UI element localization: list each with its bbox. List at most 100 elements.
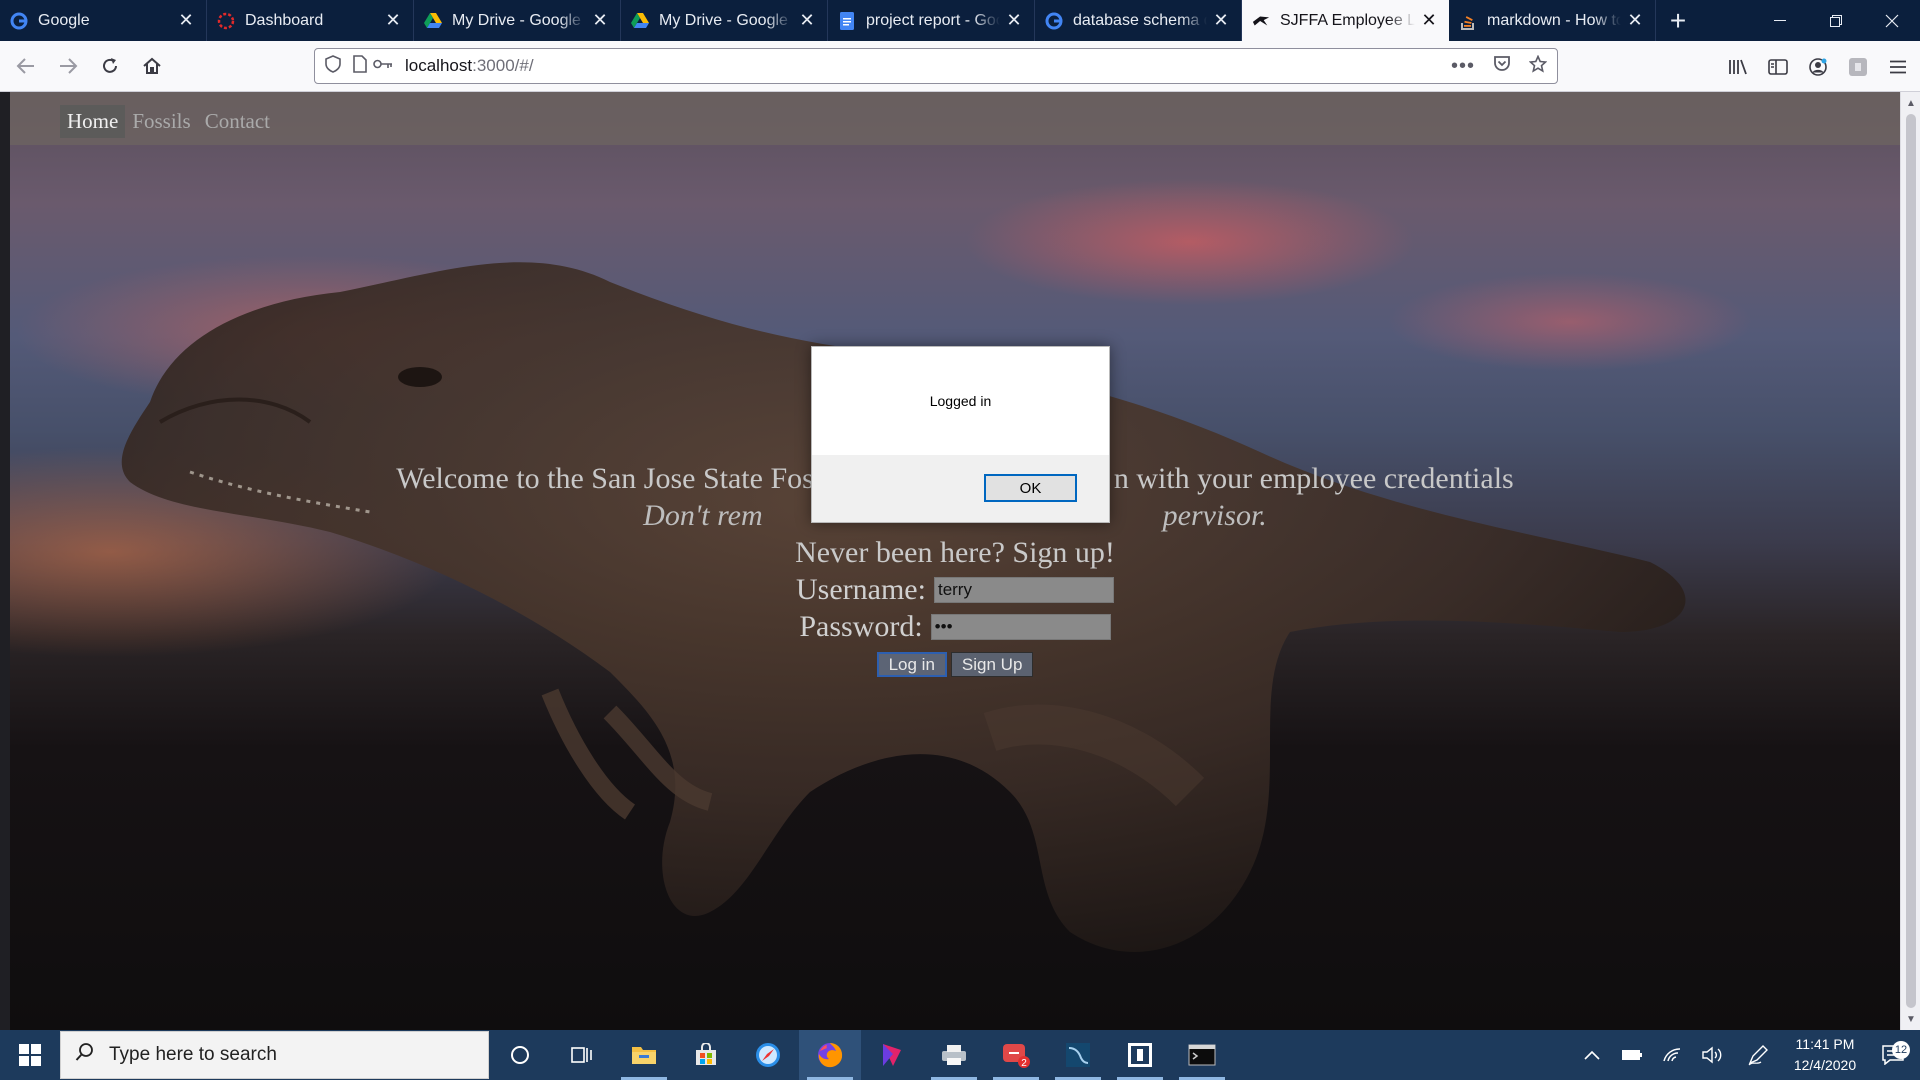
tab-my-drive-2[interactable]: My Drive - Google Drive ✕ [621, 0, 828, 41]
nav-contact-link[interactable]: Contact [198, 105, 277, 138]
tab-title: SJFFA Employee Login [1280, 11, 1415, 29]
google-drive-icon [631, 12, 649, 30]
printer-app-icon[interactable] [923, 1030, 985, 1080]
mysql-workbench-icon[interactable] [1047, 1030, 1109, 1080]
welcome-text-end: n with your employee credentials [1113, 462, 1514, 495]
navigation-toolbar: localhost:3000/#/ ••• [0, 41, 1920, 92]
tab-project-report[interactable]: project report - Google Docs ✕ [828, 0, 1035, 41]
password-input[interactable] [930, 613, 1111, 640]
alert-message: Logged in [929, 393, 992, 409]
site-navbar: Home Fossils Contact [10, 92, 1900, 145]
key-icon[interactable] [373, 57, 393, 75]
tab-markdown[interactable]: markdown - How to ✕ [1449, 0, 1656, 41]
address-bar-actions: ••• [1451, 49, 1548, 83]
site-nav-links: Home Fossils Contact [60, 105, 277, 138]
note-text-end: pervisor. [1162, 499, 1267, 532]
microsoft-store-icon[interactable] [675, 1030, 737, 1080]
battery-icon[interactable] [1612, 1049, 1652, 1061]
extension-icon[interactable] [1838, 57, 1878, 77]
media-app-icon[interactable] [861, 1030, 923, 1080]
google-icon [10, 12, 28, 30]
scroll-down-icon[interactable]: ▼ [1901, 1010, 1920, 1028]
app-badge-count: 2 [1021, 1058, 1027, 1069]
clock-date: 12/4/2020 [1793, 1057, 1857, 1073]
file-explorer-icon[interactable] [613, 1030, 675, 1080]
scroll-up-icon[interactable]: ▲ [1901, 94, 1920, 112]
scrollbar-thumb[interactable] [1906, 114, 1916, 1008]
tab-my-drive-1[interactable]: My Drive - Google Drive ✕ [414, 0, 621, 41]
username-row: Username: [10, 571, 1900, 608]
reload-icon[interactable] [90, 46, 130, 86]
more-actions-icon[interactable]: ••• [1451, 55, 1475, 78]
search-placeholder: Type here to search [109, 1044, 277, 1065]
page-scrollbar[interactable]: ▲ ▼ [1900, 92, 1920, 1030]
back-icon[interactable] [6, 46, 46, 86]
close-icon[interactable]: ✕ [1211, 10, 1231, 31]
signup-button[interactable]: Sign Up [950, 652, 1034, 677]
url-host: localhost [405, 56, 473, 75]
clock[interactable]: 11:41 PM 12/4/2020 [1784, 1034, 1866, 1076]
restore-icon[interactable] [1808, 0, 1864, 41]
wifi-icon[interactable] [1652, 1047, 1692, 1063]
firefox-icon[interactable] [799, 1030, 861, 1080]
tab-google[interactable]: Google ✕ [0, 0, 207, 41]
username-label: Username: [796, 572, 926, 606]
close-icon[interactable]: ✕ [176, 10, 196, 31]
minimize-icon[interactable] [1752, 0, 1808, 41]
tab-title: project report - Google Docs [866, 11, 1000, 29]
forward-icon[interactable] [48, 46, 88, 86]
app-bracket-icon[interactable] [1109, 1030, 1171, 1080]
tab-strip: Google ✕ Dashboard ✕ My Drive - Google D… [0, 0, 1920, 41]
notification-count-badge: 12 [1892, 1041, 1910, 1059]
tab-title: Dashboard [245, 11, 324, 29]
google-docs-icon [838, 11, 856, 30]
web-page: Home Fossils Contact Welcome to the San … [10, 92, 1900, 1030]
sidebar-icon[interactable] [1758, 58, 1798, 75]
address-bar[interactable]: localhost:3000/#/ ••• [314, 48, 1558, 84]
close-icon[interactable]: ✕ [590, 10, 610, 31]
tab-sjffa-login[interactable]: SJFFA Employee Login ✕ [1242, 0, 1449, 41]
tab-title: My Drive - Google Drive [659, 11, 793, 29]
close-icon[interactable]: ✕ [1625, 10, 1645, 31]
close-icon[interactable]: ✕ [1419, 10, 1439, 31]
chevron-up-icon[interactable] [1572, 1050, 1612, 1060]
windows-start-icon[interactable] [0, 1030, 60, 1080]
close-window-icon[interactable] [1864, 0, 1920, 41]
close-icon[interactable]: ✕ [1004, 10, 1024, 31]
tab-dashboard[interactable]: Dashboard ✕ [207, 0, 414, 41]
alert-dialog: Logged in OK [811, 346, 1110, 523]
taskbar-search-box[interactable]: Type here to search [60, 1031, 489, 1079]
pen-ink-icon[interactable] [1732, 1044, 1784, 1066]
tab-title: database schema diagram [1073, 11, 1207, 29]
ok-button[interactable]: OK [984, 474, 1077, 502]
nav-home-link[interactable]: Home [60, 105, 126, 138]
volume-icon[interactable] [1692, 1046, 1732, 1064]
task-view-icon[interactable] [551, 1030, 613, 1080]
close-icon[interactable]: ✕ [797, 10, 817, 31]
username-input[interactable] [933, 576, 1114, 603]
account-icon[interactable] [1798, 57, 1838, 77]
notification-center-icon[interactable]: 12 [1866, 1041, 1920, 1065]
tab-title: Google [38, 11, 90, 29]
library-icon[interactable] [1718, 58, 1758, 76]
url-text[interactable]: localhost:3000/#/ [405, 56, 534, 76]
tab-database-schema[interactable]: database schema diagram ✕ [1035, 0, 1242, 41]
cortana-icon[interactable] [489, 1030, 551, 1080]
page-icon[interactable] [353, 54, 367, 78]
new-tab-button[interactable]: + [1656, 0, 1700, 41]
login-button[interactable]: Log in [876, 652, 947, 677]
messenger-app-icon[interactable]: 2 [985, 1030, 1047, 1080]
welcome-text-start: Welcome to the San Jose State Fos [396, 462, 814, 495]
bookmark-star-icon[interactable] [1528, 54, 1548, 78]
tracking-shield-icon[interactable] [325, 54, 341, 78]
toolbar-right [1718, 41, 1920, 92]
safari-icon[interactable] [737, 1030, 799, 1080]
pocket-icon[interactable] [1493, 55, 1511, 77]
system-tray: 11:41 PM 12/4/2020 12 [1572, 1030, 1920, 1080]
close-icon[interactable]: ✕ [383, 10, 403, 31]
password-row: Password: [10, 608, 1900, 645]
nav-fossils-link[interactable]: Fossils [125, 105, 197, 138]
home-icon[interactable] [132, 46, 172, 86]
terminal-icon[interactable] [1171, 1030, 1233, 1080]
menu-icon[interactable] [1878, 60, 1918, 74]
